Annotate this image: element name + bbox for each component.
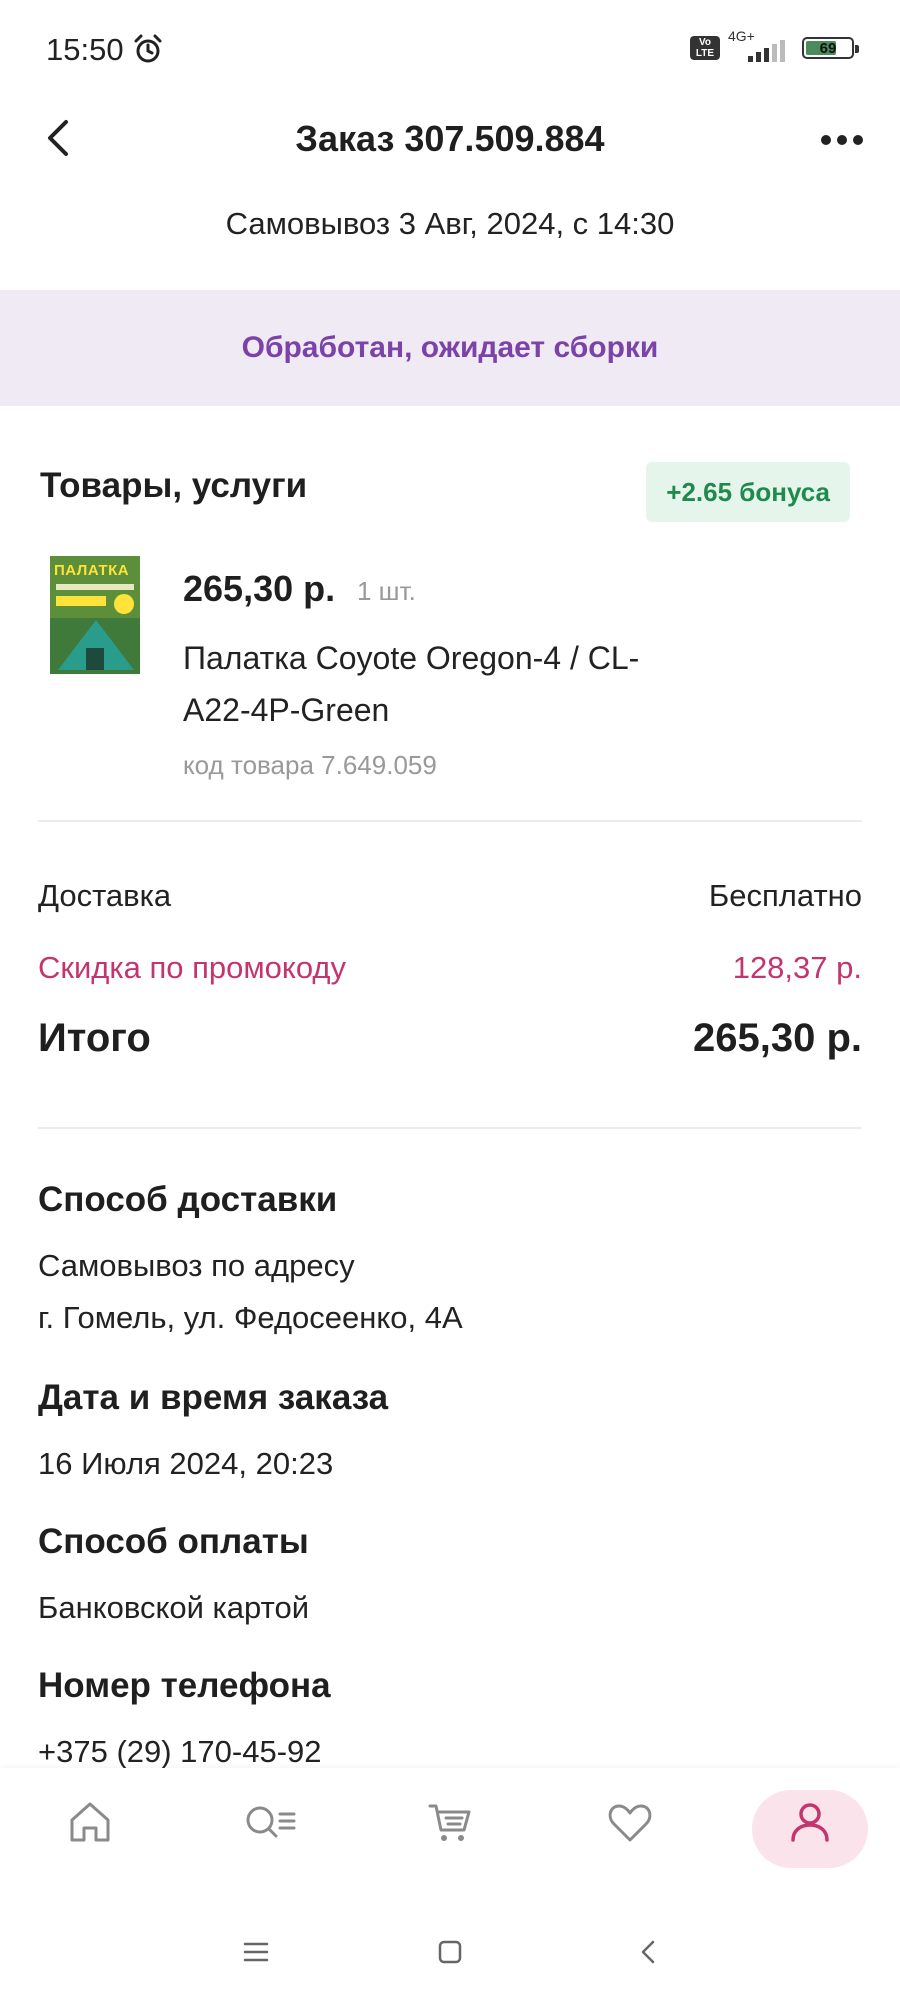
total-value: 265,30 р. xyxy=(692,1016,862,1060)
cart-icon[interactable] xyxy=(418,1790,482,1854)
order-date-value: 16 Июля 2024, 20:23 xyxy=(38,1446,334,1481)
pickup-date: Самовывоз 3 Авг, 2024, с 14:30 xyxy=(225,206,675,241)
app-header: Заказ 307.509.884 xyxy=(0,100,900,180)
delivery-value: Бесплатно xyxy=(708,878,862,913)
more-horizontal-icon[interactable] xyxy=(814,118,870,162)
product-quantity: 1 шт. xyxy=(357,576,416,606)
total-label: Итого xyxy=(38,1016,151,1060)
bottom-nav xyxy=(0,1768,900,1898)
recents-icon[interactable] xyxy=(232,1928,280,1976)
payment-method-value: Банковской картой xyxy=(38,1590,310,1625)
product-price: 265,30 р. xyxy=(183,568,336,609)
status-time: 15:50 xyxy=(46,32,124,67)
system-nav-bar xyxy=(0,1898,900,2000)
phone-label: Номер телефона xyxy=(38,1666,331,1705)
product-name[interactable]: Палатка Coyote Oregon-4 / CL-A22-4P-Gree… xyxy=(183,632,703,736)
signal-icon: 4G+ xyxy=(728,28,786,64)
product-image-title: ПАЛАТКА xyxy=(54,562,130,579)
order-status-text: Обработан, ожидает сборки xyxy=(241,331,659,364)
product-code: код товара 7.649.059 xyxy=(183,750,437,780)
delivery-method-line1: Самовывоз по адресу xyxy=(38,1248,355,1283)
catalog-search-icon[interactable] xyxy=(238,1790,302,1854)
divider xyxy=(38,1127,862,1129)
volte-icon: Vo LTE xyxy=(690,36,720,60)
delivery-address: г. Гомель, ул. Федосеенко, 4А xyxy=(38,1300,463,1335)
bonus-badge: +2.65 бонуса xyxy=(646,462,850,522)
payment-method-label: Способ оплаты xyxy=(38,1522,309,1561)
page-title: Заказ 307.509.884 xyxy=(295,118,605,159)
product-image[interactable]: ПАЛАТКА xyxy=(50,556,140,674)
goods-heading: Товары, услуги xyxy=(40,466,308,505)
divider xyxy=(38,820,862,822)
promo-discount-label: Скидка по промокоду xyxy=(38,950,346,985)
favorites-icon[interactable] xyxy=(598,1790,662,1854)
battery-level: 69 xyxy=(819,40,837,57)
home-square-icon[interactable] xyxy=(426,1928,474,1976)
order-date-label: Дата и время заказа xyxy=(38,1378,389,1417)
alarm-icon xyxy=(134,34,162,63)
battery-icon: 69 xyxy=(802,37,859,59)
delivery-label: Доставка xyxy=(38,878,172,913)
promo-discount-value: 128,37 р. xyxy=(732,950,862,985)
delivery-method-label: Способ доставки xyxy=(38,1180,338,1219)
status-indicators: Vo LTE 4G+ 69 xyxy=(690,28,859,64)
back-icon[interactable] xyxy=(624,1928,672,1976)
status-bar: 15:50 Vo LTE 4G+ 69 xyxy=(0,0,900,100)
home-icon[interactable] xyxy=(58,1790,122,1854)
order-status-banner: Обработан, ожидает сборки xyxy=(0,290,900,406)
profile-icon[interactable] xyxy=(778,1790,842,1854)
